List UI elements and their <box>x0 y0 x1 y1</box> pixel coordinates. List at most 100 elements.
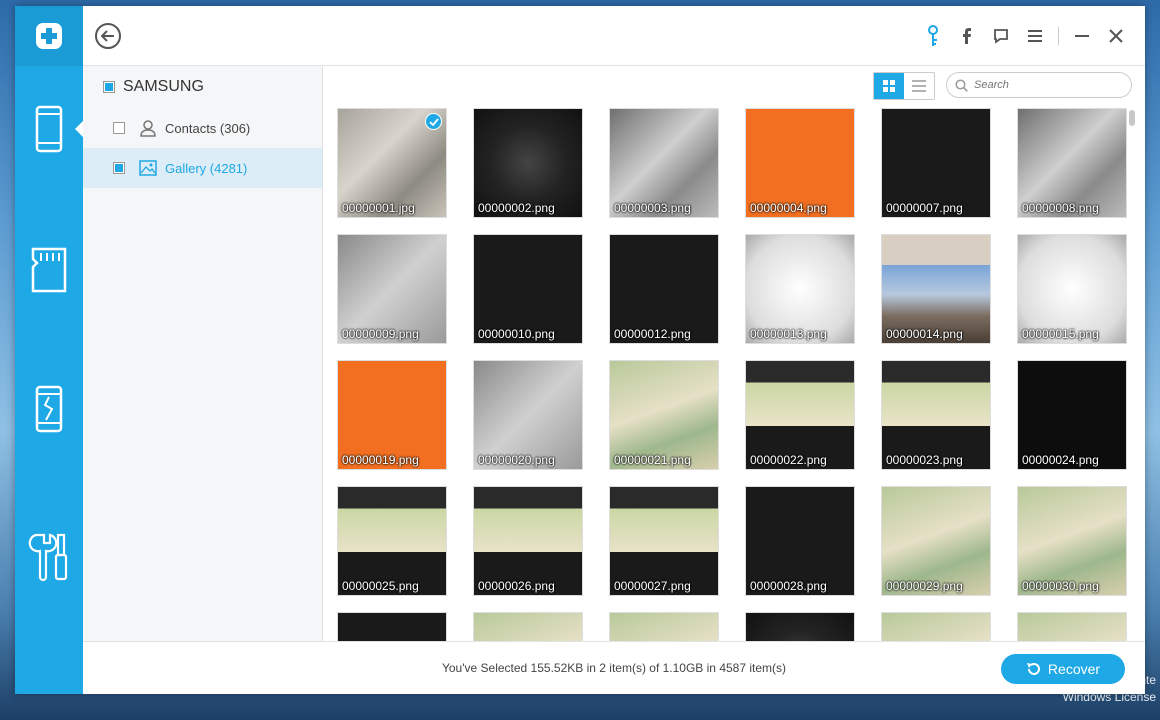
selected-check-icon[interactable] <box>425 113 442 130</box>
close-button[interactable] <box>1099 24 1133 48</box>
thumbnail-tile[interactable]: 00000026.png <box>473 486 583 596</box>
facebook-icon <box>963 28 971 44</box>
rail-sdcard[interactable] <box>15 235 83 305</box>
thumbnail-filename: 00000028.png <box>750 579 827 593</box>
app-window: SAMSUNG Contacts (306) Gallery (4281) Se… <box>15 6 1145 694</box>
thumbnail-tile[interactable]: 00000007.png <box>881 108 991 218</box>
thumbnail-tile[interactable] <box>337 612 447 641</box>
broken-phone-icon <box>35 385 63 433</box>
thumbnail-filename: 00000002.png <box>478 201 555 215</box>
thumbnail-tile[interactable]: 00000020.png <box>473 360 583 470</box>
thumbnail-tile[interactable]: 00000013.png <box>745 234 855 344</box>
thumbnail-filename: 00000004.png <box>750 201 827 215</box>
thumbnail-tile[interactable] <box>745 612 855 641</box>
chat-icon <box>994 29 1008 44</box>
contacts-checkbox[interactable] <box>113 122 125 134</box>
thumbnail-tile[interactable] <box>881 612 991 641</box>
thumbnail-tile[interactable]: 00000010.png <box>473 234 583 344</box>
thumbnail-tile[interactable] <box>609 612 719 641</box>
selection-status: You've Selected 155.52KB in 2 item(s) of… <box>441 661 787 675</box>
rail-phone[interactable] <box>15 94 83 164</box>
search-icon <box>955 78 968 92</box>
back-button[interactable] <box>95 23 121 49</box>
list-icon <box>912 80 926 92</box>
gallery-panel: 00000001.jpg 00000002.png 00000003.png 0000… <box>324 66 1145 641</box>
thumbnail-filename: 00000022.png <box>750 453 827 467</box>
menu-icon <box>1028 30 1042 42</box>
person-icon <box>139 119 157 137</box>
tools-icon <box>28 533 68 582</box>
thumbnail-tile[interactable]: 00000009.png <box>337 234 447 344</box>
thumbnail-tile[interactable]: 00000008.png <box>1017 108 1127 218</box>
sidebar-item-label: Gallery (4281) <box>165 160 248 176</box>
thumbnail-filename: 00000007.png <box>886 201 963 215</box>
device-checkbox[interactable] <box>103 81 115 93</box>
thumbnail-tile[interactable]: 00000015.png <box>1017 234 1127 344</box>
thumbnail-filename: 00000009.png <box>342 327 419 341</box>
thumbnail-filename: 00000020.png <box>478 453 555 467</box>
left-rail <box>15 6 83 694</box>
device-row[interactable]: SAMSUNG <box>83 66 322 108</box>
thumbnail-filename: 00000014.png <box>886 327 963 341</box>
sidebar-item-contacts[interactable]: Contacts (306) <box>83 108 322 148</box>
facebook-button[interactable] <box>950 24 984 48</box>
menu-button[interactable] <box>1018 24 1052 48</box>
thumbnail-filename: 00000015.png <box>1022 327 1099 341</box>
thumbnail-tile[interactable]: 00000030.png <box>1017 486 1127 596</box>
grid-view-button[interactable] <box>874 73 904 99</box>
search-input[interactable] <box>974 79 1124 91</box>
thumbnail-tile[interactable]: 00000004.png <box>745 108 855 218</box>
thumbnail-tile[interactable]: 00000024.png <box>1017 360 1127 470</box>
thumbnail-filename: 00000025.png <box>342 579 419 593</box>
separator <box>1058 27 1059 45</box>
footer-bar: You've Selected 155.52KB in 2 item(s) of… <box>83 641 1145 694</box>
thumbnail-tile[interactable]: 00000012.png <box>609 234 719 344</box>
back-arrow-icon <box>101 30 114 42</box>
key-button[interactable] <box>916 24 950 48</box>
thumbnail-filename: 00000023.png <box>886 453 963 467</box>
rail-broken[interactable] <box>15 374 83 444</box>
gallery-checkbox[interactable] <box>113 162 125 174</box>
thumbnail-grid: 00000001.jpg 00000002.png 00000003.png 0000… <box>337 108 1137 641</box>
thumbnail-filename: 00000013.png <box>750 327 827 341</box>
minimize-button[interactable] <box>1065 24 1099 48</box>
feedback-button[interactable] <box>984 24 1018 48</box>
thumbnail-tile[interactable] <box>473 612 583 641</box>
sidebar-item-label: Contacts (306) <box>165 120 251 136</box>
recover-label: Recover <box>1047 661 1101 677</box>
thumbnail-filename: 00000029.png <box>886 579 963 593</box>
image-icon <box>139 160 157 176</box>
thumbnail-filename: 00000030.png <box>1022 579 1099 593</box>
thumbnail-tile[interactable]: 00000003.png <box>609 108 719 218</box>
top-bar <box>83 6 1145 66</box>
thumbnail-filename: 00000026.png <box>478 579 555 593</box>
thumbnail-tile[interactable]: 00000027.png <box>609 486 719 596</box>
thumbnail-tile[interactable]: 00000002.png <box>473 108 583 218</box>
thumbnail-tile[interactable]: 00000028.png <box>745 486 855 596</box>
thumbnail-filename: 00000021.png <box>614 453 691 467</box>
recover-icon <box>1026 662 1040 676</box>
thumbnail-filename: 00000027.png <box>614 579 691 593</box>
thumbnail-tile[interactable]: 00000021.png <box>609 360 719 470</box>
thumbnail-tile[interactable]: 00000014.png <box>881 234 991 344</box>
recover-button[interactable]: Recover <box>1001 654 1125 684</box>
rail-tools[interactable] <box>15 522 83 592</box>
thumbnail-tile[interactable]: 00000025.png <box>337 486 447 596</box>
thumbnail-filename: 00000024.png <box>1022 453 1099 467</box>
sidebar-item-gallery[interactable]: Gallery (4281) <box>83 148 322 188</box>
close-icon <box>1109 29 1123 43</box>
thumbnail-tile[interactable]: 00000029.png <box>881 486 991 596</box>
thumbnail-tile[interactable]: 00000001.jpg <box>337 108 447 218</box>
phone-icon <box>35 105 63 153</box>
minimize-icon <box>1075 35 1089 37</box>
device-name: SAMSUNG <box>123 78 204 95</box>
list-view-button[interactable] <box>904 73 934 99</box>
thumbnail-tile[interactable] <box>1017 612 1127 641</box>
thumbnail-tile[interactable]: 00000019.png <box>337 360 447 470</box>
thumbnail-filename: 00000012.png <box>614 327 691 341</box>
search-box[interactable] <box>946 72 1132 98</box>
thumbnail-tile[interactable]: 00000022.png <box>745 360 855 470</box>
thumbnail-filename: 00000008.png <box>1022 201 1099 215</box>
grid-icon <box>883 80 895 92</box>
thumbnail-tile[interactable]: 00000023.png <box>881 360 991 470</box>
